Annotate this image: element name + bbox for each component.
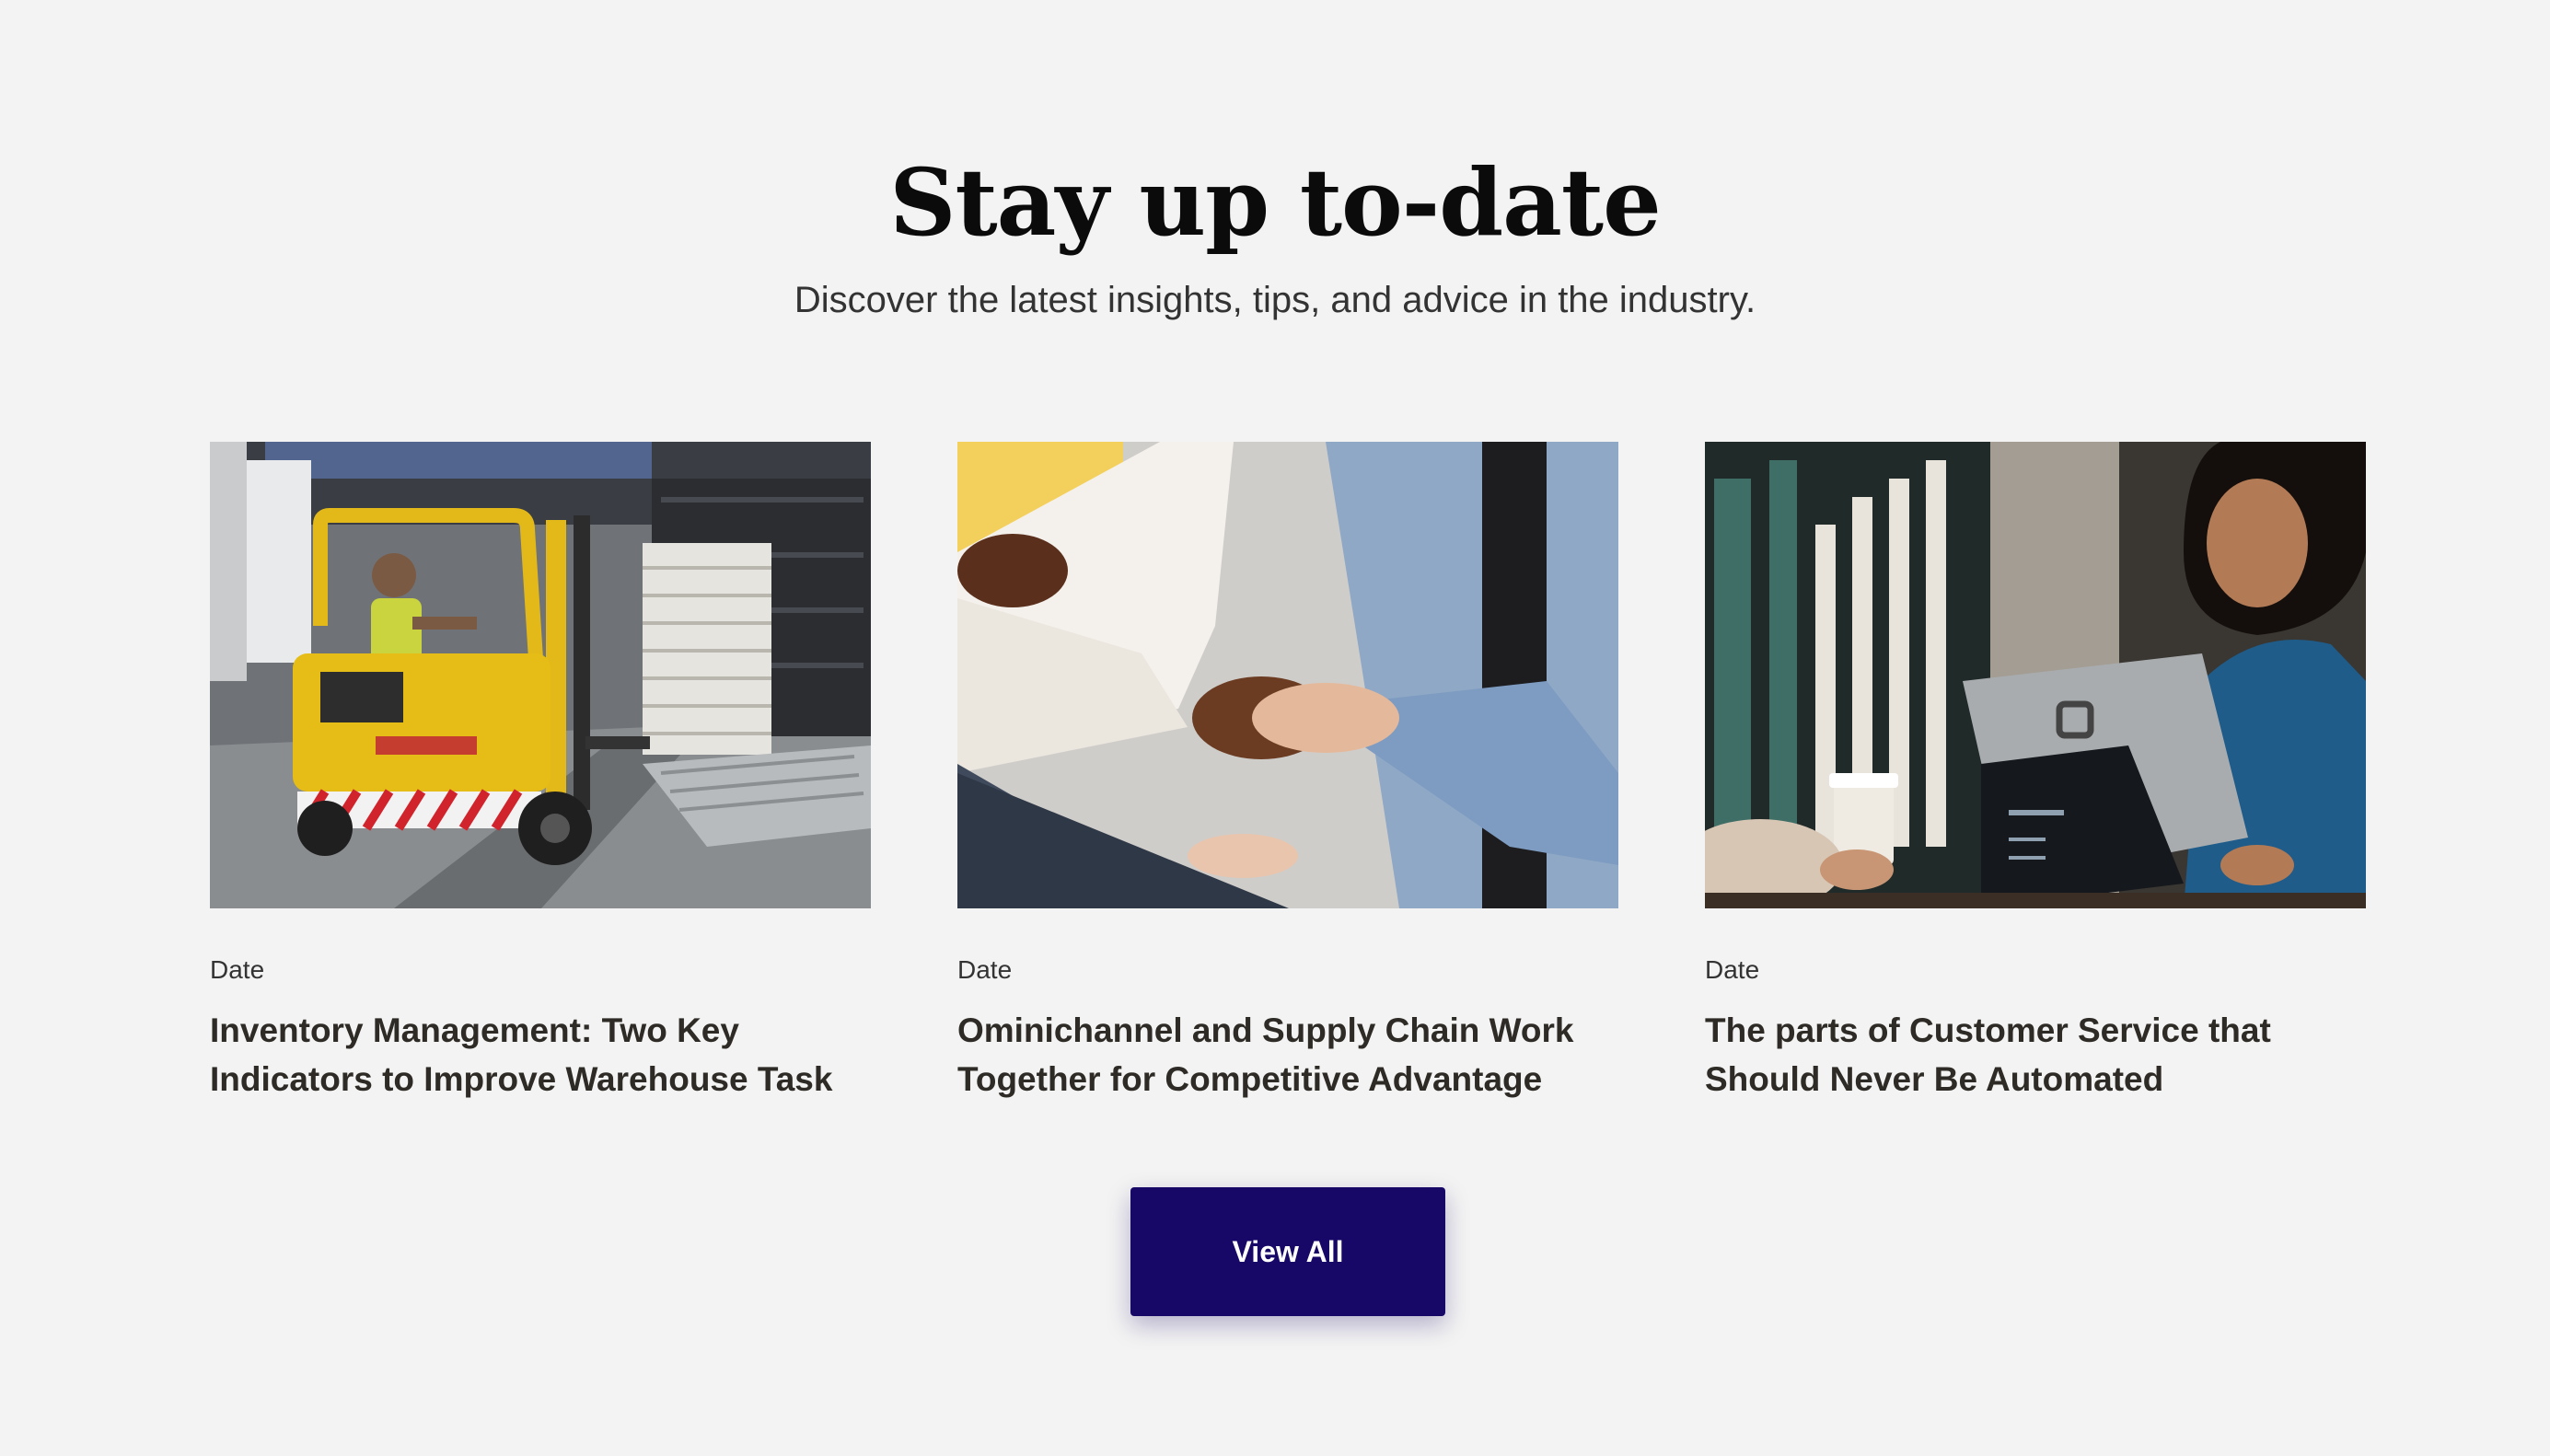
blog-card[interactable]: Date Ominichannel and Supply Chain Work … [957,442,1618,1104]
blog-card[interactable]: Date The parts of Customer Service that … [1705,442,2366,1104]
post-date: Date [1705,955,1760,984]
post-title[interactable]: Ominichannel and Supply Chain Work Toget… [957,1006,1618,1104]
handshake-photo[interactable] [957,442,1618,908]
pos-checkout-photo[interactable] [1705,442,2366,908]
section-heading: Stay up to-date [889,148,1662,257]
post-date: Date [957,955,1013,984]
forklift-warehouse-photo[interactable] [210,442,871,908]
post-title[interactable]: The parts of Customer Service that Shoul… [1705,1006,2366,1104]
blog-card[interactable]: Date Inventory Management: Two Key Indic… [210,442,871,1104]
view-all-button[interactable]: View All [1130,1187,1445,1316]
post-title[interactable]: Inventory Management: Two Key Indicators… [210,1006,871,1104]
blog-section: Stay up to-date Discover the latest insi… [0,0,2550,1456]
section-subheading: Discover the latest insights, tips, and … [794,280,1756,320]
post-date: Date [210,955,265,984]
